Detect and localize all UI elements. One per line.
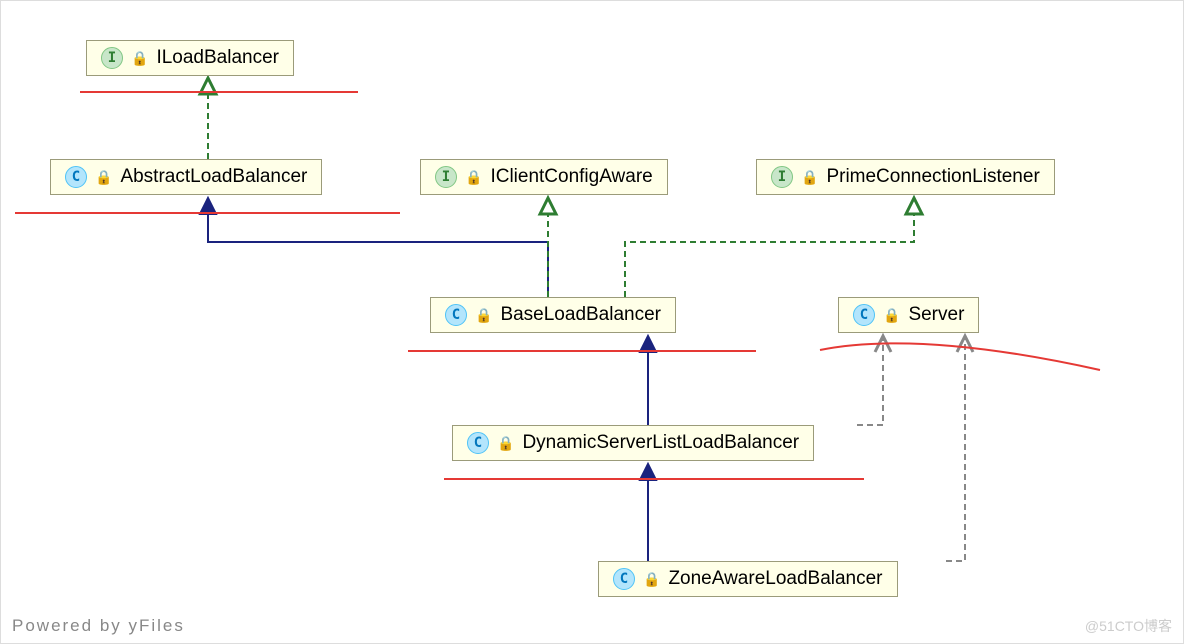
- redline: [408, 350, 756, 352]
- class-icon: C: [613, 568, 635, 590]
- node-label: AbstractLoadBalancer: [120, 166, 307, 188]
- uml-diagram-canvas: I 🔒 ILoadBalancer C 🔒 AbstractLoadBalanc…: [0, 0, 1184, 644]
- interface-icon: I: [101, 47, 123, 69]
- lock-icon: 🔒: [497, 435, 514, 452]
- node-label: PrimeConnectionListener: [826, 166, 1039, 188]
- redline: [80, 91, 358, 93]
- interface-icon: I: [771, 166, 793, 188]
- node-label: ZoneAwareLoadBalancer: [668, 568, 882, 590]
- node-iclientconfigaware[interactable]: I 🔒 IClientConfigAware: [420, 159, 668, 195]
- lock-icon: 🔒: [643, 571, 660, 588]
- node-dynamicserverlistloadbalancer[interactable]: C 🔒 DynamicServerListLoadBalancer: [452, 425, 814, 461]
- node-label: IClientConfigAware: [490, 166, 652, 188]
- node-baseloadbalancer[interactable]: C 🔒 BaseLoadBalancer: [430, 297, 676, 333]
- node-label: BaseLoadBalancer: [500, 304, 661, 326]
- powered-by-label: Powered by yFiles: [12, 616, 185, 636]
- node-server[interactable]: C 🔒 Server: [838, 297, 979, 333]
- node-label: DynamicServerListLoadBalancer: [522, 432, 799, 454]
- node-primeconnectionlistener[interactable]: I 🔒 PrimeConnectionListener: [756, 159, 1055, 195]
- class-icon: C: [445, 304, 467, 326]
- node-iloadbalancer[interactable]: I 🔒 ILoadBalancer: [86, 40, 294, 76]
- redline: [444, 478, 864, 480]
- class-icon: C: [65, 166, 87, 188]
- lock-icon: 🔒: [801, 169, 818, 186]
- node-zoneawareloadbalancer[interactable]: C 🔒 ZoneAwareLoadBalancer: [598, 561, 898, 597]
- lock-icon: 🔒: [475, 307, 492, 324]
- lock-icon: 🔒: [883, 307, 900, 324]
- watermark-label: @51CTO博客: [1085, 616, 1172, 636]
- class-icon: C: [467, 432, 489, 454]
- node-label: ILoadBalancer: [156, 47, 279, 69]
- lock-icon: 🔒: [465, 169, 482, 186]
- node-abstractloadbalancer[interactable]: C 🔒 AbstractLoadBalancer: [50, 159, 322, 195]
- class-icon: C: [853, 304, 875, 326]
- lock-icon: 🔒: [95, 169, 112, 186]
- lock-icon: 🔒: [131, 50, 148, 67]
- node-label: Server: [908, 304, 964, 326]
- redline: [15, 212, 400, 214]
- interface-icon: I: [435, 166, 457, 188]
